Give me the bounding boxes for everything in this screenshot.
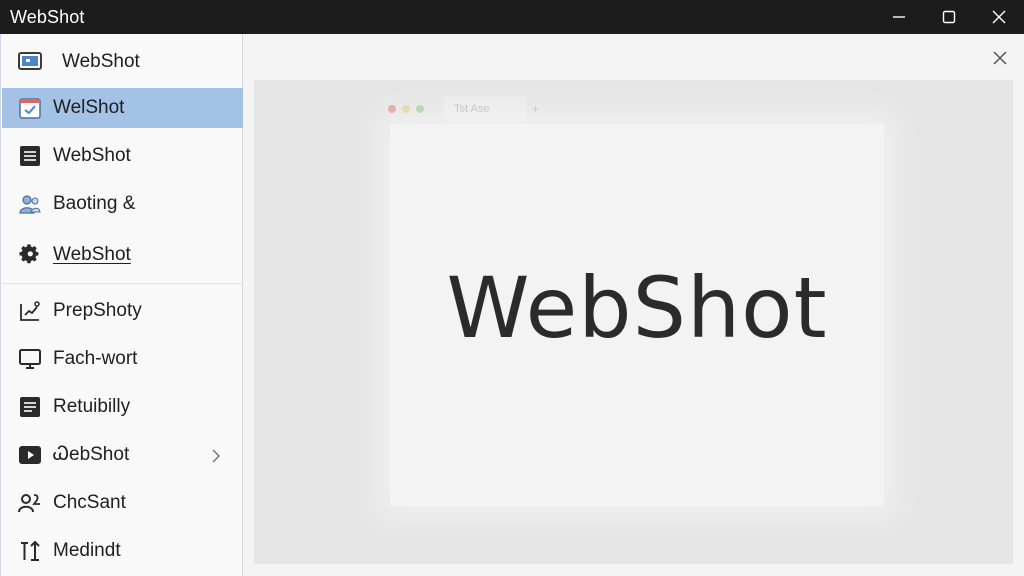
traffic-light-green xyxy=(416,105,424,113)
sidebar-item-label: WebShot xyxy=(53,244,131,265)
document-list-icon xyxy=(18,144,42,168)
chevron-right-icon[interactable] xyxy=(211,447,221,469)
sort-icon xyxy=(18,539,42,563)
preview-heading: WebShot xyxy=(446,259,828,357)
sidebar-item-settings[interactable]: WebShot xyxy=(2,235,243,275)
close-icon xyxy=(992,10,1006,24)
gear-icon xyxy=(18,243,42,267)
sidebar-item-label: PrepShoty xyxy=(53,300,142,321)
sidebar-item-welshot[interactable]: WelShot xyxy=(2,88,243,128)
sidebar-item-webshot-list[interactable]: WebShot xyxy=(2,136,243,176)
new-tab-icon: + xyxy=(532,102,540,116)
close-icon xyxy=(993,51,1007,65)
users-icon xyxy=(18,192,42,216)
sidebar: WebShot WelShot WebShot Baoting & WebSho… xyxy=(0,34,243,576)
sidebar-item-retuibilly[interactable]: Retuibilly xyxy=(2,387,243,427)
sidebar-item-label: WebShot xyxy=(53,145,131,166)
sidebar-item-label: ChcSant xyxy=(53,492,126,513)
sidebar-item-label: Retuibilly xyxy=(53,396,131,417)
calendar-icon xyxy=(18,96,42,120)
sidebar-item-baoting[interactable]: Baoting & xyxy=(2,184,243,224)
window-title: WebShot xyxy=(10,6,85,27)
sidebar-item-label: Fach-wort xyxy=(53,348,138,369)
minimize-button[interactable] xyxy=(874,0,924,34)
sidebar-item-prepshoty[interactable]: PrepShoty xyxy=(2,291,243,331)
browser-tab-label: Tst Ase xyxy=(454,103,490,115)
notes-icon xyxy=(18,395,42,419)
title-bar: WebShot xyxy=(0,0,1024,34)
traffic-light-red xyxy=(388,105,396,113)
monitor-icon xyxy=(18,347,42,371)
screenshot-preview: Tst Ase + WebShot xyxy=(254,80,1013,564)
sidebar-item-medindt[interactable]: Medindt xyxy=(2,531,243,571)
maximize-button[interactable] xyxy=(924,0,974,34)
sidebar-item-header[interactable]: WebShot xyxy=(2,42,243,82)
edit-chart-icon xyxy=(18,299,42,323)
close-button[interactable] xyxy=(974,0,1024,34)
sidebar-item-label: WebShot xyxy=(62,51,140,72)
sidebar-divider xyxy=(2,283,243,284)
sidebar-item-webshot-video[interactable]: ᏇebShot xyxy=(2,435,243,475)
main-panel: Tst Ase + WebShot xyxy=(244,34,1024,576)
people-icon xyxy=(18,491,42,515)
preview-page: WebShot xyxy=(390,124,884,506)
maximize-icon xyxy=(942,10,956,24)
sidebar-item-label: Baoting & xyxy=(53,193,136,214)
close-panel-button[interactable] xyxy=(992,50,1008,66)
browser-toolbar: Tst Ase + xyxy=(388,94,548,124)
app-window-icon xyxy=(18,50,42,74)
sidebar-item-label: WelShot xyxy=(53,97,125,118)
sidebar-item-fachwort[interactable]: Fach-wort xyxy=(2,339,243,379)
play-icon xyxy=(18,443,42,467)
sidebar-item-label: Medindt xyxy=(53,540,121,561)
minimize-icon xyxy=(893,16,905,18)
browser-tab: Tst Ase xyxy=(444,96,526,122)
traffic-light-yellow xyxy=(402,105,410,113)
sidebar-item-chcsant[interactable]: ChcSant xyxy=(2,483,243,523)
sidebar-item-label: ᏇebShot xyxy=(53,444,130,465)
